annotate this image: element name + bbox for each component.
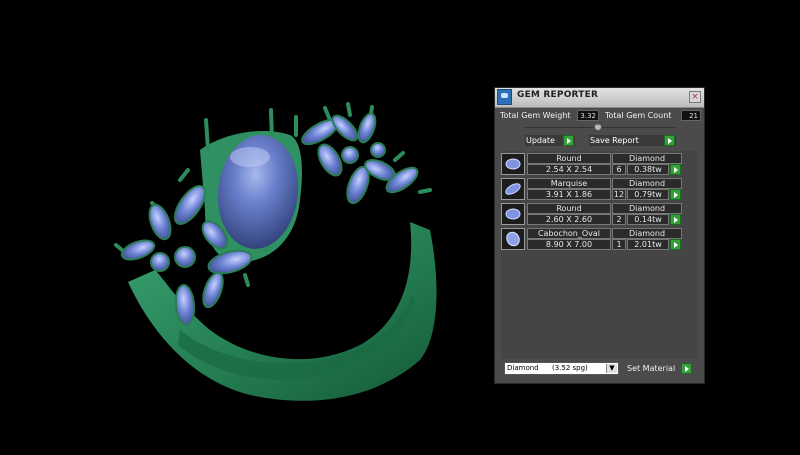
gem-row[interactable]: Round Diamond 2.54 X 2.54 6 0.38tw (501, 153, 698, 176)
panel-titlebar[interactable]: GEM REPORTER × (495, 88, 704, 108)
gem-count: 2 (612, 214, 626, 225)
total-count-label: Total Gem Count (605, 111, 672, 120)
gem-material: Diamond (612, 153, 682, 164)
total-weight-label: Total Gem Weight (500, 111, 571, 120)
gem-material: Diamond (612, 178, 682, 189)
gem-count: 6 (612, 164, 626, 175)
round-gem-thumbnail-icon (501, 153, 525, 175)
row-select-go-icon[interactable] (670, 239, 681, 250)
set-material-label: Set Material (627, 364, 676, 373)
save-report-go-icon[interactable] (664, 135, 675, 146)
row-select-go-icon[interactable] (670, 189, 681, 200)
update-button[interactable]: Update (525, 135, 575, 146)
marquise-gem-thumbnail-icon (501, 178, 525, 200)
gem-size: 2.54 X 2.54 (527, 164, 611, 175)
gem-weight: 2.01tw (627, 239, 669, 250)
gem-material: Diamond (612, 228, 682, 239)
gem-weight: 0.79tw (627, 189, 669, 200)
gem-count: 1 (612, 239, 626, 250)
row-select-go-icon[interactable] (670, 214, 681, 225)
chevron-down-icon[interactable]: ▼ (606, 364, 617, 373)
gem-shape: Marquise (527, 178, 611, 189)
row-select-go-icon[interactable] (670, 164, 681, 175)
close-button[interactable]: × (689, 91, 701, 103)
gem-weight: 0.38tw (627, 164, 669, 175)
gem-count: 12 (612, 189, 626, 200)
update-button-label: Update (526, 136, 555, 145)
panel-title: GEM REPORTER (517, 90, 599, 100)
gem-row[interactable]: Marquise Diamond 3.91 X 1.86 12 0.79tw (501, 178, 698, 201)
gem-row[interactable]: Round Diamond 2.60 X 2.60 2 0.14tw (501, 203, 698, 226)
save-report-button[interactable]: Save Report (589, 135, 676, 146)
gem-list[interactable]: Round Diamond 2.54 X 2.54 6 0.38tw Marqu… (501, 151, 698, 359)
ring-model[interactable] (114, 102, 437, 401)
set-material-go-icon[interactable] (681, 363, 692, 374)
collapse-toggle[interactable]: ^ (594, 123, 602, 131)
material-select-value: Diamond (3.52 spg) (507, 364, 588, 372)
round-gem-thumbnail-icon (501, 203, 525, 225)
gem-size: 2.60 X 2.60 (527, 214, 611, 225)
gem-material: Diamond (612, 203, 682, 214)
gem-shape: Round (527, 203, 611, 214)
gem-weight: 0.14tw (627, 214, 669, 225)
gem-reporter-panel: GEM REPORTER × Total Gem Weight 3.32 Tot… (494, 87, 705, 384)
gem-shape: Round (527, 153, 611, 164)
material-select[interactable]: Diamond (3.52 spg) ▼ (504, 362, 619, 375)
gem-shape: Cabochon_Oval (527, 228, 611, 239)
gem-size: 8.90 X 7.00 (527, 239, 611, 250)
cabochon-highlight (230, 147, 270, 167)
gem-reporter-app-icon (497, 89, 512, 105)
gem-row[interactable]: Cabochon_Oval Diamond 8.90 X 7.00 1 2.01… (501, 228, 698, 251)
save-report-button-label: Save Report (590, 136, 639, 145)
total-weight-value: 3.32 (577, 110, 599, 121)
cabochon-gem-thumbnail-icon (501, 228, 525, 250)
update-go-icon[interactable] (563, 135, 574, 146)
gem-size: 3.91 X 1.86 (527, 189, 611, 200)
side-stones-right (301, 112, 419, 205)
total-count-value: 21 (681, 110, 701, 121)
